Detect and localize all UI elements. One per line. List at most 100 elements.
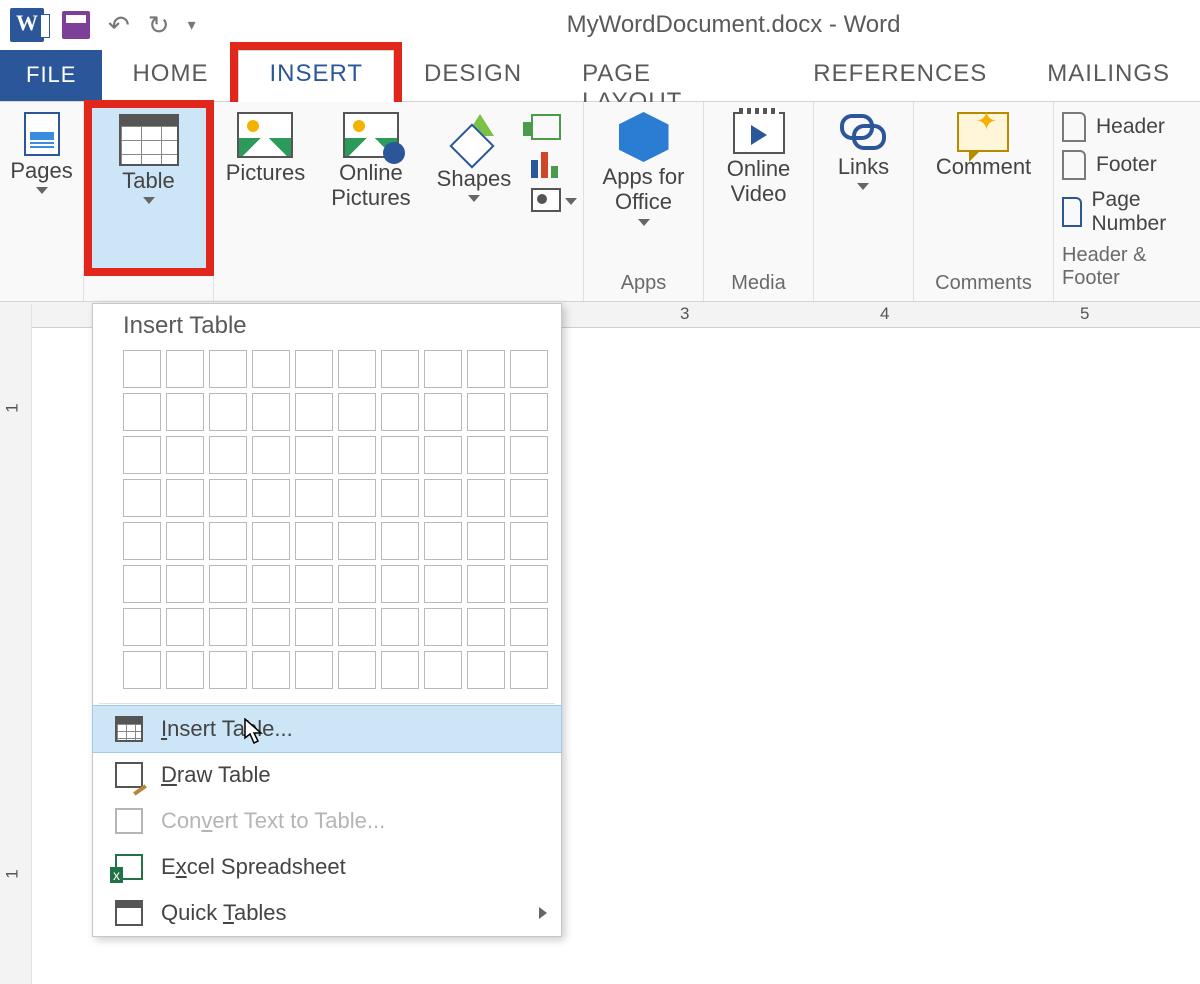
- grid-cell[interactable]: [252, 651, 290, 689]
- grid-cell[interactable]: [381, 608, 419, 646]
- grid-cell[interactable]: [338, 350, 376, 388]
- table-size-grid[interactable]: [93, 346, 561, 701]
- grid-cell[interactable]: [338, 436, 376, 474]
- grid-cell[interactable]: [510, 651, 548, 689]
- grid-cell[interactable]: [467, 350, 505, 388]
- grid-cell[interactable]: [166, 522, 204, 560]
- undo-icon[interactable]: ↶: [108, 10, 130, 41]
- grid-cell[interactable]: [510, 565, 548, 603]
- grid-cell[interactable]: [338, 522, 376, 560]
- online-video-button[interactable]: Online Video: [714, 108, 803, 211]
- grid-cell[interactable]: [467, 651, 505, 689]
- grid-cell[interactable]: [295, 651, 333, 689]
- qat-customize-icon[interactable]: ▾: [188, 15, 196, 35]
- grid-cell[interactable]: [467, 608, 505, 646]
- grid-cell[interactable]: [338, 565, 376, 603]
- grid-cell[interactable]: [123, 651, 161, 689]
- menu-excel-spreadsheet[interactable]: Excel Spreadsheet: [93, 844, 561, 890]
- grid-cell[interactable]: [424, 436, 462, 474]
- grid-cell[interactable]: [381, 350, 419, 388]
- grid-cell[interactable]: [510, 436, 548, 474]
- grid-cell[interactable]: [252, 350, 290, 388]
- pages-button[interactable]: Pages: [4, 108, 78, 198]
- grid-cell[interactable]: [338, 479, 376, 517]
- grid-cell[interactable]: [252, 608, 290, 646]
- grid-cell[interactable]: [166, 393, 204, 431]
- grid-cell[interactable]: [381, 565, 419, 603]
- tab-home[interactable]: HOME: [102, 50, 238, 101]
- grid-cell[interactable]: [166, 436, 204, 474]
- grid-cell[interactable]: [467, 565, 505, 603]
- grid-cell[interactable]: [510, 522, 548, 560]
- grid-cell[interactable]: [424, 522, 462, 560]
- tab-design[interactable]: DESIGN: [394, 50, 552, 101]
- grid-cell[interactable]: [381, 651, 419, 689]
- grid-cell[interactable]: [338, 393, 376, 431]
- save-icon[interactable]: [62, 11, 90, 39]
- apps-for-office-button[interactable]: Apps for Office: [594, 108, 693, 230]
- grid-cell[interactable]: [424, 350, 462, 388]
- grid-cell[interactable]: [381, 522, 419, 560]
- grid-cell[interactable]: [209, 522, 247, 560]
- menu-insert-table[interactable]: Insert Table...: [93, 706, 561, 752]
- grid-cell[interactable]: [209, 565, 247, 603]
- grid-cell[interactable]: [209, 479, 247, 517]
- grid-cell[interactable]: [381, 436, 419, 474]
- header-button[interactable]: Header: [1062, 112, 1165, 142]
- grid-cell[interactable]: [510, 393, 548, 431]
- grid-cell[interactable]: [467, 436, 505, 474]
- tab-file[interactable]: FILE: [0, 50, 102, 101]
- grid-cell[interactable]: [252, 522, 290, 560]
- grid-cell[interactable]: [123, 479, 161, 517]
- grid-cell[interactable]: [338, 651, 376, 689]
- grid-cell[interactable]: [209, 436, 247, 474]
- shapes-button[interactable]: Shapes: [431, 108, 518, 215]
- redo-icon[interactable]: ↻: [148, 10, 170, 41]
- grid-cell[interactable]: [381, 393, 419, 431]
- grid-cell[interactable]: [295, 565, 333, 603]
- links-button[interactable]: Links: [832, 108, 895, 194]
- grid-cell[interactable]: [209, 651, 247, 689]
- vertical-ruler[interactable]: 1 1: [0, 304, 32, 984]
- tab-insert[interactable]: INSERT: [238, 50, 394, 102]
- grid-cell[interactable]: [252, 393, 290, 431]
- grid-cell[interactable]: [123, 350, 161, 388]
- comment-button[interactable]: ✦ Comment: [930, 108, 1037, 183]
- screenshot-button[interactable]: [531, 188, 577, 212]
- grid-cell[interactable]: [295, 350, 333, 388]
- grid-cell[interactable]: [123, 522, 161, 560]
- grid-cell[interactable]: [467, 522, 505, 560]
- grid-cell[interactable]: [295, 522, 333, 560]
- grid-cell[interactable]: [166, 608, 204, 646]
- grid-cell[interactable]: [424, 393, 462, 431]
- grid-cell[interactable]: [424, 479, 462, 517]
- table-button[interactable]: Table: [92, 108, 206, 268]
- grid-cell[interactable]: [467, 479, 505, 517]
- grid-cell[interactable]: [510, 350, 548, 388]
- page-number-button[interactable]: Page Number: [1062, 188, 1192, 236]
- grid-cell[interactable]: [166, 479, 204, 517]
- grid-cell[interactable]: [424, 565, 462, 603]
- grid-cell[interactable]: [252, 436, 290, 474]
- grid-cell[interactable]: [252, 565, 290, 603]
- grid-cell[interactable]: [252, 479, 290, 517]
- grid-cell[interactable]: [295, 608, 333, 646]
- grid-cell[interactable]: [123, 393, 161, 431]
- grid-cell[interactable]: [166, 565, 204, 603]
- pictures-button[interactable]: Pictures: [220, 108, 311, 215]
- tab-page-layout[interactable]: PAGE LAYOUT: [552, 50, 783, 101]
- grid-cell[interactable]: [424, 651, 462, 689]
- menu-draw-table[interactable]: Draw Table: [93, 752, 561, 798]
- grid-cell[interactable]: [209, 608, 247, 646]
- grid-cell[interactable]: [209, 350, 247, 388]
- grid-cell[interactable]: [295, 436, 333, 474]
- grid-cell[interactable]: [123, 565, 161, 603]
- grid-cell[interactable]: [338, 608, 376, 646]
- online-pictures-button[interactable]: Online Pictures: [325, 108, 416, 215]
- word-app-icon[interactable]: [10, 8, 44, 42]
- tab-references[interactable]: REFERENCES: [783, 50, 1017, 101]
- grid-cell[interactable]: [510, 479, 548, 517]
- grid-cell[interactable]: [209, 393, 247, 431]
- grid-cell[interactable]: [295, 393, 333, 431]
- grid-cell[interactable]: [166, 350, 204, 388]
